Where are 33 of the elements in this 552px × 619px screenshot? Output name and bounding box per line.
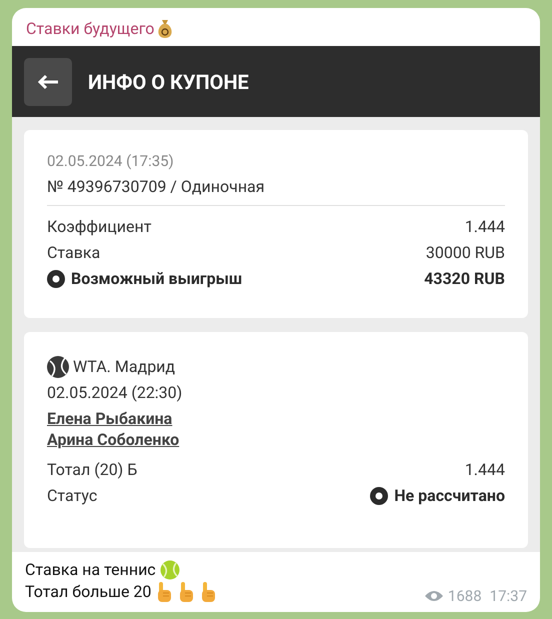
money-bag-icon — [156, 19, 174, 39]
tennis-ball-icon — [160, 560, 180, 580]
player-link[interactable]: Елена Рыбакина — [47, 409, 172, 428]
row-label: Тотал (20) Б — [47, 459, 138, 481]
event-date: 02.05.2024 (22:30) — [47, 382, 184, 404]
pointing-hand-icon — [177, 581, 196, 603]
caption-text: Ставка на теннис — [25, 559, 156, 581]
row-value: Не рассчитано — [394, 485, 505, 507]
back-button[interactable] — [24, 58, 72, 106]
row-label: Статус — [47, 485, 98, 507]
screen-title: ИНФО О КУПОНЕ — [88, 68, 249, 96]
status-icon — [370, 487, 388, 505]
caption-text: Тотал больше 20 — [25, 581, 152, 603]
coupon-number: № 49396730709 / Одиночная — [47, 176, 266, 198]
row-value: 43320 RUB — [424, 268, 505, 290]
row-label: Коэффициент — [47, 216, 152, 238]
channel-name[interactable]: Ставки будущего — [26, 17, 154, 41]
row-value: 30000 RUB — [426, 242, 505, 264]
row-value: 1.444 — [464, 459, 505, 481]
record-icon — [47, 270, 65, 288]
view-count: 1688 — [448, 586, 482, 606]
tennis-ball-icon — [47, 356, 69, 378]
league-name: WTA. Мадрид — [73, 356, 176, 378]
pointing-hand-icon — [155, 581, 174, 603]
row-label: Ставка — [47, 242, 100, 264]
coupon-date: 02.05.2024 (17:35) — [47, 151, 175, 172]
player-link[interactable]: Арина Соболенко — [47, 430, 180, 449]
message-time: 17:37 — [490, 586, 527, 606]
row-value: 1.444 — [464, 216, 505, 238]
back-arrow-icon — [37, 74, 59, 90]
row-label: Возможный выигрыш — [71, 268, 242, 290]
pointing-hand-icon — [199, 581, 218, 603]
eye-icon — [424, 588, 444, 603]
